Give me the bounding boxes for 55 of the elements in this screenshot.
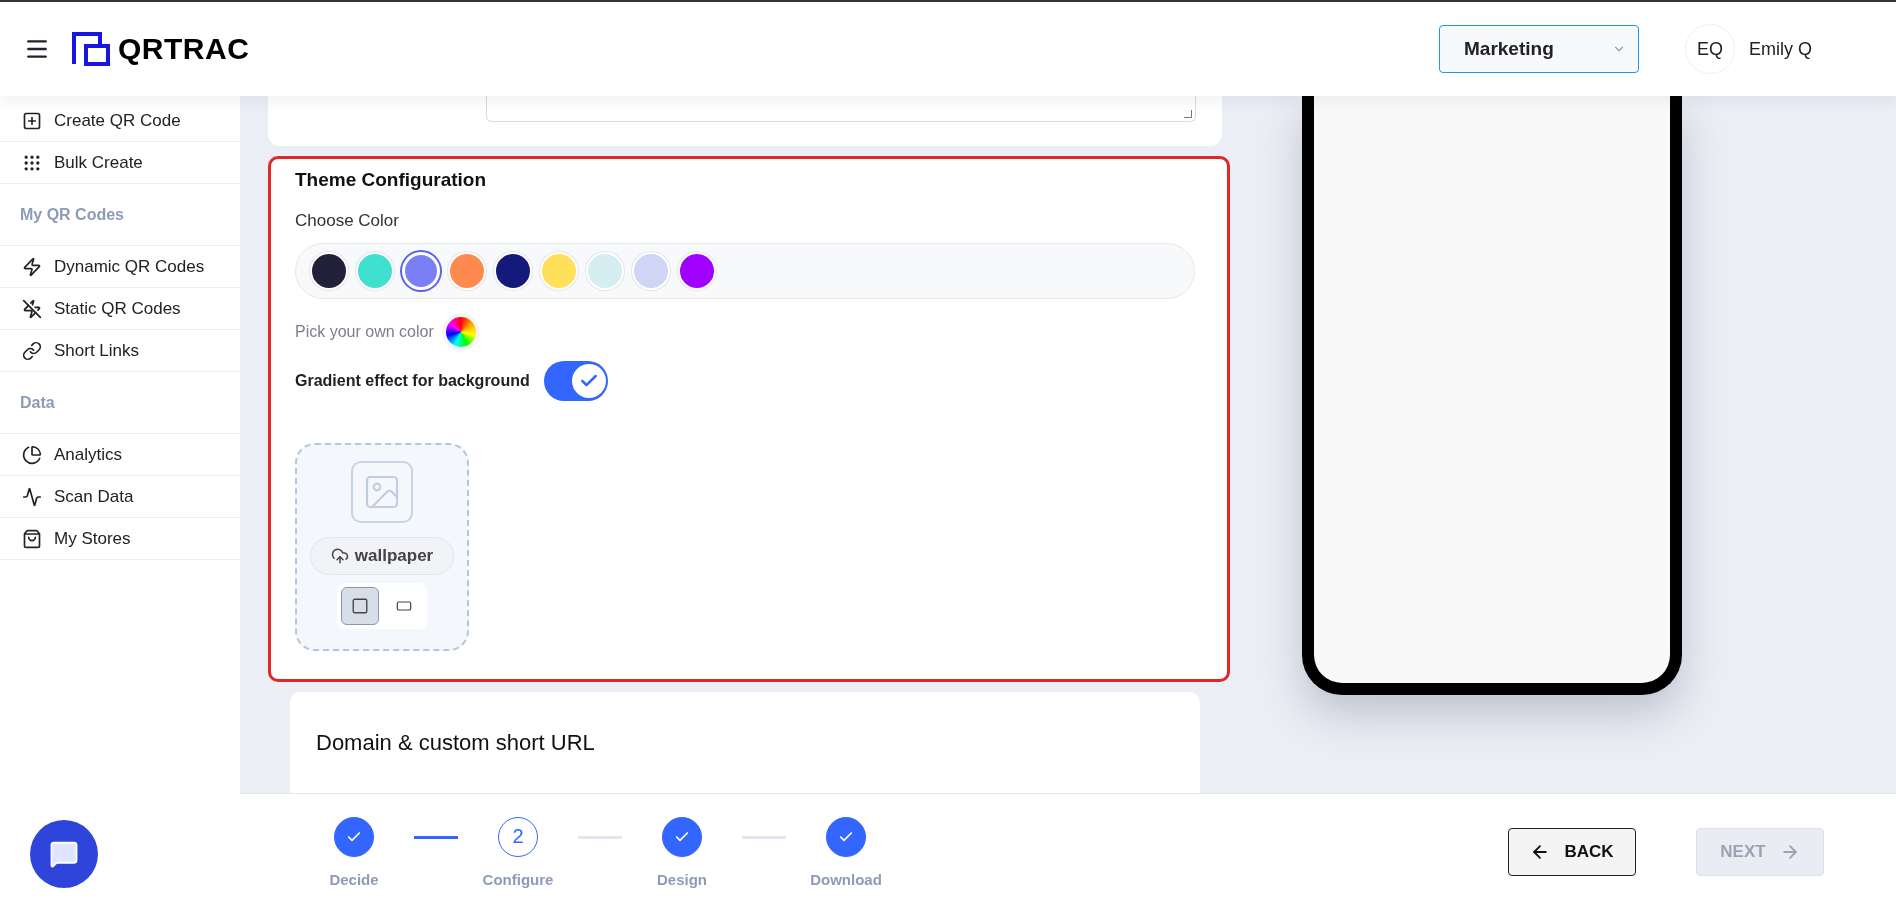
sidebar-item[interactable]: Analytics xyxy=(0,434,240,476)
step-indicator[interactable] xyxy=(334,816,374,857)
field-label: Choose Color xyxy=(295,211,399,231)
rectangle-icon xyxy=(396,598,412,614)
step-indicator[interactable]: 2 xyxy=(498,816,538,857)
upload-icon xyxy=(330,547,349,565)
sidebar-item[interactable]: Short Links xyxy=(0,330,240,372)
sidebar-item[interactable]: Dynamic QR Codes xyxy=(0,246,240,288)
sidebar-item-icon xyxy=(22,256,42,277)
gradient-label: Gradient effect for background xyxy=(295,372,530,390)
step-label: Download xyxy=(810,870,882,888)
sidebar-item[interactable]: Scan Data xyxy=(0,476,240,518)
user-name: Emily Q xyxy=(1749,38,1812,60)
color-swatch[interactable] xyxy=(678,252,716,290)
sidebar-item-icon xyxy=(22,528,42,549)
step-label: Decide xyxy=(329,870,379,888)
sidebar-item-icon xyxy=(22,340,42,361)
section-title: Theme Configuration xyxy=(295,169,487,191)
sidebar-section-title: My QR Codes xyxy=(20,205,124,224)
step-indicator[interactable] xyxy=(826,816,866,857)
sidebar-item-icon xyxy=(22,444,42,465)
back-button[interactable]: BACK xyxy=(1508,828,1636,876)
shape-option[interactable] xyxy=(341,587,379,625)
color-swatch[interactable] xyxy=(632,252,670,290)
wallpaper-dropzone[interactable]: wallpaper xyxy=(295,443,469,651)
color-swatch[interactable] xyxy=(310,252,348,290)
pick-color-label: Pick your own color xyxy=(295,323,434,341)
step-indicator[interactable] xyxy=(662,816,702,857)
user-avatar[interactable]: EQ xyxy=(1685,24,1735,74)
chat-icon xyxy=(49,839,79,869)
sidebar-item[interactable]: Static QR Codes xyxy=(0,288,240,330)
sidebar-item[interactable]: My Stores xyxy=(0,518,240,560)
sidebar-item-icon xyxy=(22,110,42,131)
color-swatch[interactable] xyxy=(402,252,440,290)
image-placeholder-icon xyxy=(351,461,413,523)
sidebar-item-icon xyxy=(22,486,42,507)
sidebar-item-icon xyxy=(22,298,42,319)
color-swatch[interactable] xyxy=(356,252,394,290)
sidebar-section-title: Data xyxy=(20,393,55,412)
workspace-select[interactable]: Marketing xyxy=(1439,25,1639,73)
color-swatch[interactable] xyxy=(586,252,624,290)
color-swatch[interactable] xyxy=(540,252,578,290)
color-wheel-icon[interactable] xyxy=(445,317,476,347)
brand-name: QRTRAC xyxy=(118,32,250,66)
section-title: Domain & custom short URL xyxy=(316,730,596,756)
sidebar-item[interactable]: Bulk Create xyxy=(0,142,240,184)
color-swatch[interactable] xyxy=(448,252,486,290)
color-swatch[interactable] xyxy=(494,252,532,290)
wallpaper-upload-button[interactable]: wallpaper xyxy=(310,537,454,575)
step-label: Design xyxy=(657,870,707,888)
logo-icon xyxy=(72,32,110,66)
square-icon xyxy=(351,597,369,615)
gradient-toggle[interactable] xyxy=(543,361,608,401)
sidebar-item[interactable]: Create QR Code xyxy=(0,100,240,142)
step-label: Configure xyxy=(482,870,554,888)
